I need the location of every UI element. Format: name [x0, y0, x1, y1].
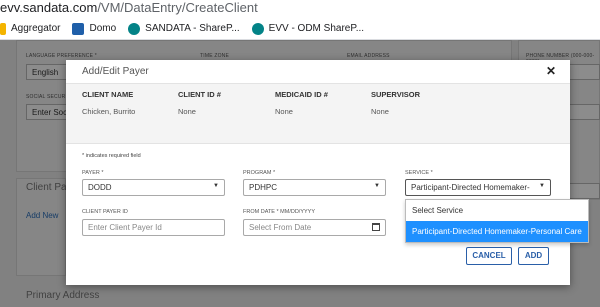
close-icon[interactable]: ✕ [546, 64, 556, 78]
bookmark-label: EVV - ODM ShareP... [268, 23, 365, 34]
bookmark-evv-sharepoint[interactable]: EVV - ODM ShareP... [251, 22, 365, 35]
add-edit-payer-dialog: Add/Edit Payer ✕ CLIENT NAME CLIENT ID #… [66, 60, 589, 285]
client-payer-id-input[interactable]: Enter Client Payer Id [82, 219, 225, 236]
medicaid-id-value: None [275, 107, 293, 116]
required-field-note: * indicates required field [82, 153, 141, 159]
domo-icon [72, 22, 85, 35]
client-name-value: Chicken, Burrito [82, 107, 136, 116]
service-label: SERVICE * [405, 170, 433, 176]
from-date-placeholder: Select From Date [249, 223, 312, 232]
bookmarks-bar: Aggregator Domo SANDATA - ShareP... EVV … [0, 18, 600, 40]
url-host: evv.sandata.com [0, 0, 98, 15]
bookmark-label: SANDATA - ShareP... [145, 23, 240, 34]
service-value: Participant-Directed Homemaker- [411, 183, 530, 192]
client-payer-id-label: CLIENT PAYER ID [82, 209, 128, 215]
program-select[interactable]: PDHPC ▼ [243, 179, 386, 196]
dialog-header: Add/Edit Payer ✕ [66, 60, 570, 84]
caret-down-icon: ▼ [374, 183, 380, 189]
url-path: /VM/DataEntry/CreateClient [97, 0, 258, 15]
supervisor-value: None [371, 107, 389, 116]
client-payer-id-placeholder: Enter Client Payer Id [88, 223, 162, 232]
program-label: PROGRAM * [243, 170, 276, 176]
bookmark-sandata-sharepoint[interactable]: SANDATA - ShareP... [128, 22, 240, 35]
caret-down-icon: ▼ [539, 183, 545, 189]
dialog-title: Add/Edit Payer [82, 66, 149, 77]
add-button[interactable]: ADD [518, 247, 549, 265]
cancel-button[interactable]: CANCEL [466, 247, 512, 265]
aggregator-icon [0, 22, 6, 35]
bookmark-aggregator[interactable]: Aggregator [0, 22, 61, 35]
calendar-icon[interactable] [372, 223, 380, 231]
sharepoint-icon [128, 22, 141, 35]
program-value: PDHPC [249, 183, 278, 192]
client-id-header: CLIENT ID # [178, 90, 221, 99]
service-option-select[interactable]: Select Service [406, 200, 588, 221]
payer-label: PAYER * [82, 170, 104, 176]
from-date-label: FROM DATE * MM/DD/YYYY [243, 209, 316, 215]
payer-select[interactable]: DODD ▼ [82, 179, 225, 196]
service-dropdown-list: Select Service Participant-Directed Home… [405, 199, 589, 243]
from-date-input[interactable]: Select From Date [243, 219, 386, 236]
caret-down-icon: ▼ [213, 183, 219, 189]
client-info-band: CLIENT NAME CLIENT ID # MEDICAID ID # SU… [66, 84, 570, 144]
bookmark-domo[interactable]: Domo [72, 22, 117, 35]
sharepoint-icon [251, 22, 264, 35]
medicaid-id-header: MEDICAID ID # [275, 90, 328, 99]
service-select[interactable]: Participant-Directed Homemaker- ▼ [405, 179, 551, 196]
bookmark-label: Domo [89, 23, 117, 34]
supervisor-header: SUPERVISOR [371, 90, 421, 99]
bookmark-label: Aggregator [11, 23, 61, 34]
address-bar[interactable]: evv.sandata.com/VM/DataEntry/CreateClien… [0, 0, 600, 18]
payer-value: DODD [88, 183, 112, 192]
service-option-participant-directed[interactable]: Participant-Directed Homemaker-Personal … [406, 221, 588, 242]
client-name-header: CLIENT NAME [82, 90, 134, 99]
client-id-value: None [178, 107, 196, 116]
